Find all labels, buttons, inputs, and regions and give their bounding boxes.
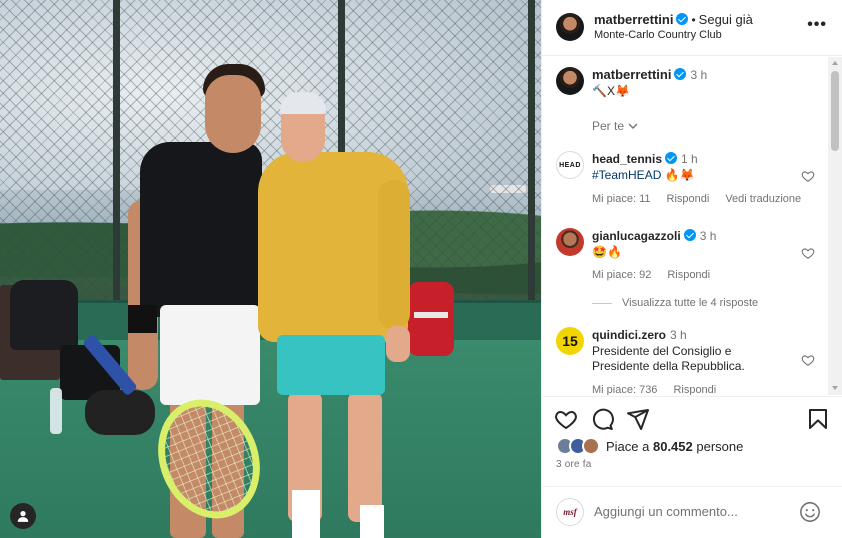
instagram-post-modal: matberrettini • Segui già Monte-Carlo Coun… bbox=[0, 0, 842, 538]
reply-button[interactable]: Rispondi bbox=[673, 384, 716, 395]
liker-avatar bbox=[582, 437, 600, 455]
black-bag bbox=[10, 280, 78, 350]
caption-time: 3 h bbox=[690, 68, 708, 82]
comment-username[interactable]: quindici.zero bbox=[592, 328, 666, 342]
replies-line bbox=[592, 302, 612, 304]
comment-avatar[interactable]: 15 bbox=[556, 327, 584, 355]
comment-input[interactable]: Aggiungi un commento... bbox=[594, 504, 738, 519]
comment-meta: Mi piace: 11 Rispondi Vedi traduzione bbox=[592, 193, 801, 205]
water-bottle bbox=[50, 388, 62, 434]
translation-label: Per te bbox=[592, 119, 625, 133]
comment-likes[interactable]: Mi piace: 92 bbox=[592, 269, 651, 281]
view-replies-label: Visualizza tutte le 4 risposte bbox=[622, 297, 759, 309]
person-hand bbox=[386, 326, 410, 362]
person-leg bbox=[348, 392, 382, 522]
verified-badge-icon bbox=[676, 13, 689, 25]
post-time-ago: 3 ore fa bbox=[556, 459, 592, 470]
fence-post bbox=[528, 0, 535, 330]
comment-username[interactable]: gianlucagazzoli bbox=[592, 229, 681, 243]
share-icon[interactable] bbox=[626, 407, 650, 431]
caption-avatar[interactable] bbox=[556, 67, 584, 95]
see-translation-button[interactable]: Vedi traduzione bbox=[725, 193, 801, 205]
person-arm bbox=[378, 180, 410, 330]
follow-status-button[interactable]: Segui già bbox=[699, 12, 753, 27]
comment-time: 1 h bbox=[681, 152, 698, 166]
likes-text: Piace a 80.452 persone bbox=[606, 438, 744, 454]
verified-badge-icon bbox=[683, 229, 696, 241]
heart-icon[interactable] bbox=[554, 407, 578, 431]
person-white-shorts bbox=[160, 305, 260, 405]
fence-post bbox=[113, 0, 120, 330]
sock bbox=[360, 505, 384, 538]
person-teal-shorts bbox=[277, 335, 385, 395]
reply-button[interactable]: Rispondi bbox=[667, 193, 710, 205]
post-photo[interactable] bbox=[0, 0, 541, 538]
user-tag-icon bbox=[17, 511, 29, 522]
more-options-icon[interactable]: ••• bbox=[807, 16, 827, 34]
scroll-down-arrow-icon[interactable] bbox=[832, 386, 838, 390]
emoji-icon[interactable] bbox=[799, 501, 821, 523]
comment-meta: Mi piace: 736 Rispondi bbox=[592, 384, 716, 395]
likes-summary[interactable]: Piace a 80.452 persone bbox=[556, 435, 743, 457]
separator-dot: • bbox=[691, 13, 696, 27]
bookmark-icon[interactable] bbox=[806, 407, 830, 431]
comment-time: 3 h bbox=[670, 328, 687, 342]
viewer-avatar: msf bbox=[556, 498, 584, 526]
comment-avatar[interactable]: HEAD bbox=[556, 151, 584, 179]
comments-scrollbar[interactable] bbox=[828, 57, 842, 395]
verified-badge-icon bbox=[665, 152, 678, 164]
author-line: matberrettini • Segui già bbox=[594, 12, 753, 27]
comment-header: gianlucagazzoli 3 h bbox=[592, 229, 716, 243]
caption-header: matberrettini 3 h bbox=[592, 67, 707, 82]
wristband bbox=[128, 305, 157, 333]
post-side-panel: matberrettini • Segui già Monte-Carlo Coun… bbox=[541, 0, 842, 538]
racket-bag bbox=[85, 390, 155, 435]
post-location[interactable]: Monte-Carlo Country Club bbox=[594, 29, 722, 41]
comment-meta: Mi piace: 92 Rispondi bbox=[592, 269, 710, 281]
heart-icon[interactable] bbox=[801, 353, 815, 367]
post-header: matberrettini • Segui già Monte-Carlo Coun… bbox=[542, 0, 842, 56]
verified-badge-icon bbox=[674, 68, 687, 80]
comment-text: #TeamHEAD 🔥🦊 bbox=[592, 168, 695, 182]
heart-icon[interactable] bbox=[801, 246, 815, 260]
heart-icon[interactable] bbox=[801, 169, 815, 183]
person-head bbox=[205, 75, 261, 153]
red-racket-bag bbox=[408, 282, 454, 356]
comment-username[interactable]: head_tennis bbox=[592, 152, 662, 166]
view-replies-button[interactable]: Visualizza tutte le 4 risposte bbox=[592, 297, 758, 309]
user-tag-button[interactable] bbox=[10, 503, 36, 529]
translation-toggle[interactable]: Per te bbox=[592, 119, 638, 133]
comment-time: 3 h bbox=[699, 229, 717, 243]
comment-icon[interactable] bbox=[590, 407, 614, 431]
comment-likes[interactable]: Mi piace: 736 bbox=[592, 384, 657, 395]
comment-avatar[interactable] bbox=[556, 228, 584, 256]
caption-text: 🔨X🦊 bbox=[592, 84, 630, 98]
author-username[interactable]: matberrettini bbox=[594, 12, 673, 27]
chevron-down-icon bbox=[628, 123, 638, 129]
scroll-up-arrow-icon[interactable] bbox=[832, 61, 838, 65]
reply-button[interactable]: Rispondi bbox=[667, 269, 710, 281]
comment-text: Presidente del Consiglio e Presidente de… bbox=[592, 344, 745, 373]
likes-count: 80.452 bbox=[652, 438, 693, 454]
comment-header: head_tennis 1 h bbox=[592, 152, 698, 166]
author-avatar[interactable] bbox=[556, 13, 584, 41]
scrollbar-thumb[interactable] bbox=[831, 71, 839, 151]
person-cap bbox=[280, 92, 326, 114]
person-black-shirt bbox=[140, 142, 262, 317]
comment-text: 🤩🔥 bbox=[592, 245, 622, 259]
caption-username[interactable]: matberrettini bbox=[592, 67, 671, 82]
add-comment-bar: msf Aggiungi un commento... bbox=[542, 486, 842, 538]
comments-list[interactable]: matberrettini 3 h 🔨X🦊 Per te HEAD head_te… bbox=[542, 57, 829, 395]
comment-likes[interactable]: Mi piace: 11 bbox=[592, 193, 651, 205]
comment-header: quindici.zero 3 h bbox=[592, 328, 687, 342]
sock bbox=[292, 490, 320, 538]
